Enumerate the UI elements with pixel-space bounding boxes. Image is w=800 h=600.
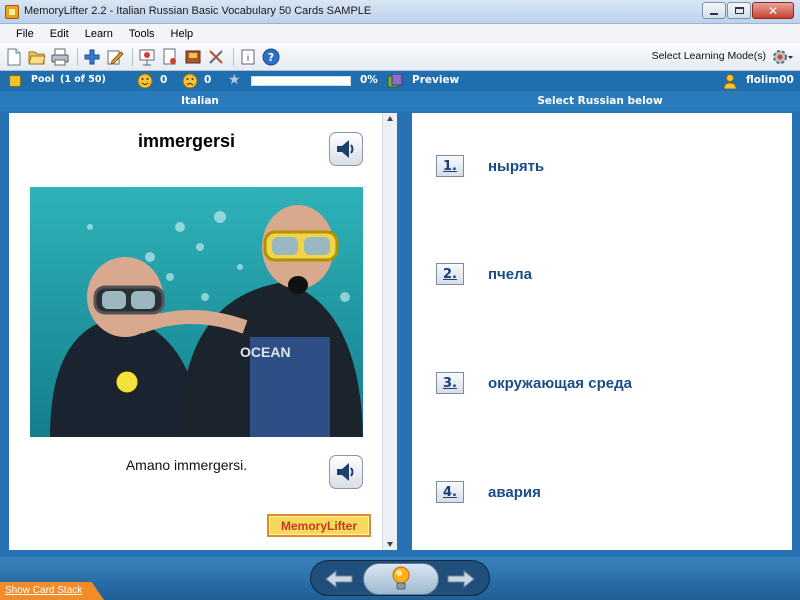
preview-icon — [387, 73, 403, 88]
column-headers: Italian Select Russian below — [0, 91, 800, 111]
new-icon[interactable] — [4, 47, 24, 67]
user-name[interactable]: flolim00 — [746, 74, 794, 86]
menu-bar: File Edit Learn Tools Help — [0, 24, 800, 43]
correct-count: 0 — [160, 74, 168, 86]
scroll-up-icon[interactable] — [387, 116, 393, 121]
window-controls: ✕ — [702, 2, 794, 19]
preview-label[interactable]: Preview — [412, 74, 459, 86]
pool-count: (1 of 50) — [60, 74, 106, 85]
memorylifter-logo: MemoryLifter — [267, 514, 371, 537]
svg-text:?: ? — [268, 51, 274, 64]
previous-card-button[interactable] — [317, 565, 361, 593]
answer-text[interactable]: нырять — [488, 158, 544, 175]
progress-text: 0% — [360, 74, 378, 86]
maximize-button[interactable] — [727, 2, 751, 19]
arrow-right-icon — [447, 570, 475, 588]
answer-text[interactable]: окружающая среда — [488, 375, 632, 392]
next-card-button[interactable] — [439, 565, 483, 593]
card-image: OCEAN — [30, 187, 363, 437]
help-icon[interactable]: ? — [261, 47, 281, 67]
answer-option[interactable]: 1. нырять — [436, 155, 544, 177]
wrong-count: 0 — [204, 74, 212, 86]
maximize-icon — [734, 7, 744, 14]
question-card: immergersi OCEAN Amano immergersi. Memor… — [9, 113, 397, 550]
pool-icon — [9, 75, 21, 87]
gear-icon[interactable] — [770, 47, 794, 67]
speaker-icon — [337, 140, 354, 158]
progress-bar — [251, 76, 351, 86]
menu-help[interactable]: Help — [163, 28, 202, 40]
toolbar-separator — [233, 47, 234, 66]
scroll-down-icon[interactable] — [387, 542, 393, 547]
show-card-stack-link[interactable]: Show Card Stack — [5, 585, 82, 596]
toolbar-separator — [77, 47, 78, 66]
title-bar: MemoryLifter 2.2 - Italian Russian Basic… — [0, 0, 800, 24]
tools-icon[interactable] — [206, 47, 226, 67]
play-word-audio-button[interactable] — [329, 132, 363, 166]
close-button[interactable]: ✕ — [752, 2, 794, 19]
user-icon — [722, 73, 738, 92]
menu-learn[interactable]: Learn — [77, 28, 121, 40]
add-card-icon[interactable] — [82, 47, 102, 67]
pool-label: Pool — [31, 74, 55, 85]
menu-tools[interactable]: Tools — [121, 28, 163, 40]
lightbulb-icon — [392, 566, 410, 590]
toolbar: i ? Select Learning Mode(s) — [0, 43, 800, 71]
example-sentence: Amano immergersi. — [125, 457, 248, 473]
answer-option[interactable]: 3. окружающая среда — [436, 372, 632, 394]
svg-text:i: i — [247, 54, 250, 64]
correct-smiley-icon — [137, 73, 153, 92]
edit-icon[interactable] — [105, 47, 125, 67]
window-title: MemoryLifter 2.2 - Italian Russian Basic… — [24, 5, 372, 17]
answer-number-button[interactable]: 2. — [436, 263, 464, 285]
show-card-stack-tab[interactable]: Show Card Stack — [0, 582, 104, 600]
answer-option[interactable]: 2. пчела — [436, 263, 532, 285]
menu-edit[interactable]: Edit — [42, 28, 77, 40]
app-icon — [5, 5, 19, 19]
answer-option[interactable]: 4. авария — [436, 481, 541, 503]
answer-text[interactable]: авария — [488, 484, 541, 501]
arrow-left-icon — [325, 570, 353, 588]
hint-button[interactable] — [363, 563, 439, 595]
play-sentence-audio-button[interactable] — [329, 455, 363, 489]
status-bar: Pool (1 of 50) 0 0 ★ 0% Preview flolim00 — [0, 71, 800, 91]
presentation-icon[interactable] — [137, 47, 157, 67]
info-icon[interactable]: i — [238, 47, 258, 67]
navigation-controls — [310, 560, 490, 596]
right-column-header: Select Russian below — [537, 95, 663, 107]
open-icon[interactable] — [27, 47, 47, 67]
print-icon[interactable] — [50, 47, 70, 67]
question-word: immergersi — [137, 131, 236, 151]
learning-mode-label[interactable]: Select Learning Mode(s) — [652, 50, 766, 62]
vertical-scrollbar[interactable] — [382, 113, 397, 550]
svg-text:OCEAN: OCEAN — [240, 344, 291, 360]
bottom-bar — [0, 557, 800, 600]
answer-number-button[interactable]: 1. — [436, 155, 464, 177]
star-icon: ★ — [228, 72, 241, 88]
menu-file[interactable]: File — [8, 28, 42, 40]
left-column-header: Italian — [181, 95, 219, 107]
wrong-smiley-icon — [182, 73, 198, 92]
answer-number-button[interactable]: 4. — [436, 481, 464, 503]
speaker-icon — [337, 463, 354, 481]
answer-text[interactable]: пчела — [488, 266, 532, 283]
divers-photo: OCEAN — [30, 187, 363, 437]
book-icon[interactable] — [183, 47, 203, 67]
minimize-icon — [710, 12, 718, 15]
answer-panel: 1. нырять 2. пчела 3. окружающая среда 4… — [412, 113, 792, 550]
print-preview-icon[interactable] — [160, 47, 180, 67]
close-icon: ✕ — [767, 3, 779, 18]
minimize-button[interactable] — [702, 2, 726, 19]
answer-number-button[interactable]: 3. — [436, 372, 464, 394]
toolbar-separator — [132, 47, 133, 66]
